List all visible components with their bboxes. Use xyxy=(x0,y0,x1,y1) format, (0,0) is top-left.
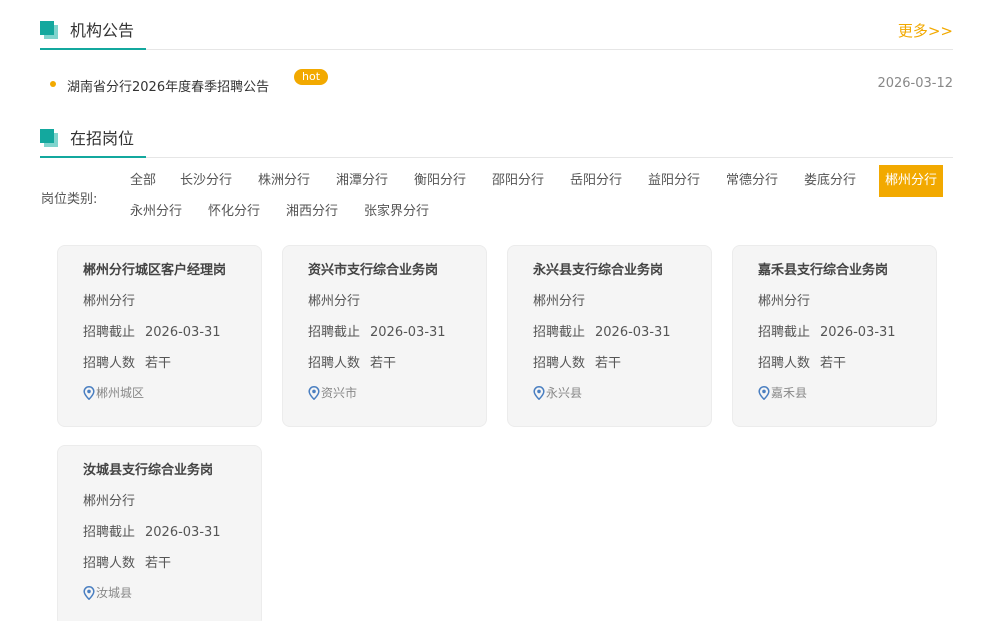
job-title[interactable]: 郴州分行城区客户经理岗 xyxy=(83,259,226,278)
job-title[interactable]: 资兴市支行综合业务岗 xyxy=(308,259,438,278)
job-card[interactable]: 嘉禾县支行综合业务岗郴州分行招聘截止 2026-03-31 招聘人数 若干嘉禾县 xyxy=(732,245,937,427)
deadline-label: 招聘截止 xyxy=(83,325,136,340)
count-label: 招聘人数 xyxy=(758,356,811,371)
category-tab[interactable]: 湘西分行 xyxy=(280,196,344,228)
location-text: 汝城县 xyxy=(96,586,133,600)
positions-title: 在招岗位 xyxy=(70,129,135,148)
more-link[interactable]: 更多>> xyxy=(898,20,953,42)
job-count: 招聘人数 若干 xyxy=(83,352,171,371)
job-branch: 郴州分行 xyxy=(758,294,811,309)
job-title[interactable]: 汝城县支行综合业务岗 xyxy=(83,459,213,478)
job-location: 郴州城区 xyxy=(83,384,144,401)
location-text: 郴州城区 xyxy=(96,386,145,400)
deadline-value: 2026-03-31 xyxy=(370,325,446,340)
job-branch: 郴州分行 xyxy=(83,494,136,509)
category-tab[interactable]: 全部 xyxy=(124,165,162,197)
count-label: 招聘人数 xyxy=(83,556,136,571)
deadline-value: 2026-03-31 xyxy=(145,525,221,540)
category-tab[interactable]: 邵阳分行 xyxy=(486,165,550,197)
category-tab[interactable]: 怀化分行 xyxy=(202,196,266,228)
teal-square-icon xyxy=(40,129,58,147)
job-deadline: 招聘截止 2026-03-31 xyxy=(533,321,671,340)
count-value: 若干 xyxy=(370,356,397,371)
job-count: 招聘人数 若干 xyxy=(308,352,396,371)
deadline-value: 2026-03-31 xyxy=(145,325,221,340)
announcement-title[interactable]: 湖南省分行2026年度春季招聘公告 xyxy=(67,76,269,95)
category-tab[interactable]: 株洲分行 xyxy=(252,165,316,197)
positions-title-wrap: 在招岗位 xyxy=(40,128,147,158)
category-label: 岗位类别: xyxy=(41,192,98,207)
deadline-label: 招聘截止 xyxy=(83,525,136,540)
count-value: 若干 xyxy=(595,356,622,371)
category-tab[interactable]: 张家界分行 xyxy=(358,196,435,228)
job-card[interactable]: 汝城县支行综合业务岗郴州分行招聘截止 2026-03-31 招聘人数 若干汝城县 xyxy=(57,445,262,621)
job-deadline: 招聘截止 2026-03-31 xyxy=(758,321,896,340)
count-value: 若干 xyxy=(145,556,172,571)
job-location: 永兴县 xyxy=(533,384,582,401)
hot-badge: hot xyxy=(294,69,329,85)
map-pin-icon xyxy=(308,386,321,401)
map-pin-icon xyxy=(83,586,96,601)
bullet-dot-icon xyxy=(50,81,56,87)
location-text: 嘉禾县 xyxy=(771,386,808,400)
job-location: 嘉禾县 xyxy=(758,384,807,401)
positions-header: 在招岗位 xyxy=(40,128,953,158)
deadline-label: 招聘截止 xyxy=(758,325,811,340)
job-location: 汝城县 xyxy=(83,584,132,601)
job-count: 招聘人数 若干 xyxy=(758,352,846,371)
job-card[interactable]: 永兴县支行综合业务岗郴州分行招聘截止 2026-03-31 招聘人数 若干永兴县 xyxy=(507,245,712,427)
job-title[interactable]: 嘉禾县支行综合业务岗 xyxy=(758,259,888,278)
category-tab[interactable]: 岳阳分行 xyxy=(564,165,628,197)
category-tab[interactable]: 长沙分行 xyxy=(174,165,238,197)
location-text: 永兴县 xyxy=(546,386,583,400)
deadline-value: 2026-03-31 xyxy=(595,325,671,340)
map-pin-icon xyxy=(758,386,771,401)
announcements-title-wrap: 机构公告 xyxy=(40,20,147,50)
job-deadline: 招聘截止 2026-03-31 xyxy=(83,521,221,540)
job-card[interactable]: 郴州分行城区客户经理岗郴州分行招聘截止 2026-03-31 招聘人数 若干郴州城区 xyxy=(57,245,262,427)
location-text: 资兴市 xyxy=(321,386,358,400)
deadline-value: 2026-03-31 xyxy=(820,325,896,340)
map-pin-icon xyxy=(533,386,546,401)
job-branch: 郴州分行 xyxy=(533,294,586,309)
count-label: 招聘人数 xyxy=(83,356,136,371)
job-count: 招聘人数 若干 xyxy=(83,552,171,571)
category-tab[interactable]: 郴州分行 xyxy=(879,165,944,197)
job-title[interactable]: 永兴县支行综合业务岗 xyxy=(533,259,663,278)
announcement-item[interactable]: 湖南省分行2026年度春季招聘公告 hot 2026-03-12 xyxy=(50,68,953,98)
teal-square-icon xyxy=(40,21,58,39)
job-deadline: 招聘截止 2026-03-31 xyxy=(83,321,221,340)
job-count: 招聘人数 若干 xyxy=(533,352,621,371)
job-branch: 郴州分行 xyxy=(83,294,136,309)
deadline-label: 招聘截止 xyxy=(308,325,361,340)
announcements-title: 机构公告 xyxy=(70,21,135,40)
category-tab[interactable]: 益阳分行 xyxy=(642,165,706,197)
job-card[interactable]: 资兴市支行综合业务岗郴州分行招聘截止 2026-03-31 招聘人数 若干资兴市 xyxy=(282,245,487,427)
count-label: 招聘人数 xyxy=(308,356,361,371)
announcement-date: 2026-03-12 xyxy=(877,76,953,91)
deadline-label: 招聘截止 xyxy=(533,325,586,340)
count-label: 招聘人数 xyxy=(533,356,586,371)
job-branch: 郴州分行 xyxy=(308,294,361,309)
category-tab[interactable]: 永州分行 xyxy=(124,196,188,228)
map-pin-icon xyxy=(83,386,96,401)
category-tab[interactable]: 衡阳分行 xyxy=(408,165,472,197)
category-tab[interactable]: 湘潭分行 xyxy=(330,165,394,197)
count-value: 若干 xyxy=(145,356,172,371)
category-tab[interactable]: 常德分行 xyxy=(720,165,784,197)
job-location: 资兴市 xyxy=(308,384,357,401)
count-value: 若干 xyxy=(820,356,847,371)
announcements-header: 机构公告 更多>> xyxy=(40,20,953,50)
job-deadline: 招聘截止 2026-03-31 xyxy=(308,321,446,340)
category-tab[interactable]: 娄底分行 xyxy=(798,165,862,197)
